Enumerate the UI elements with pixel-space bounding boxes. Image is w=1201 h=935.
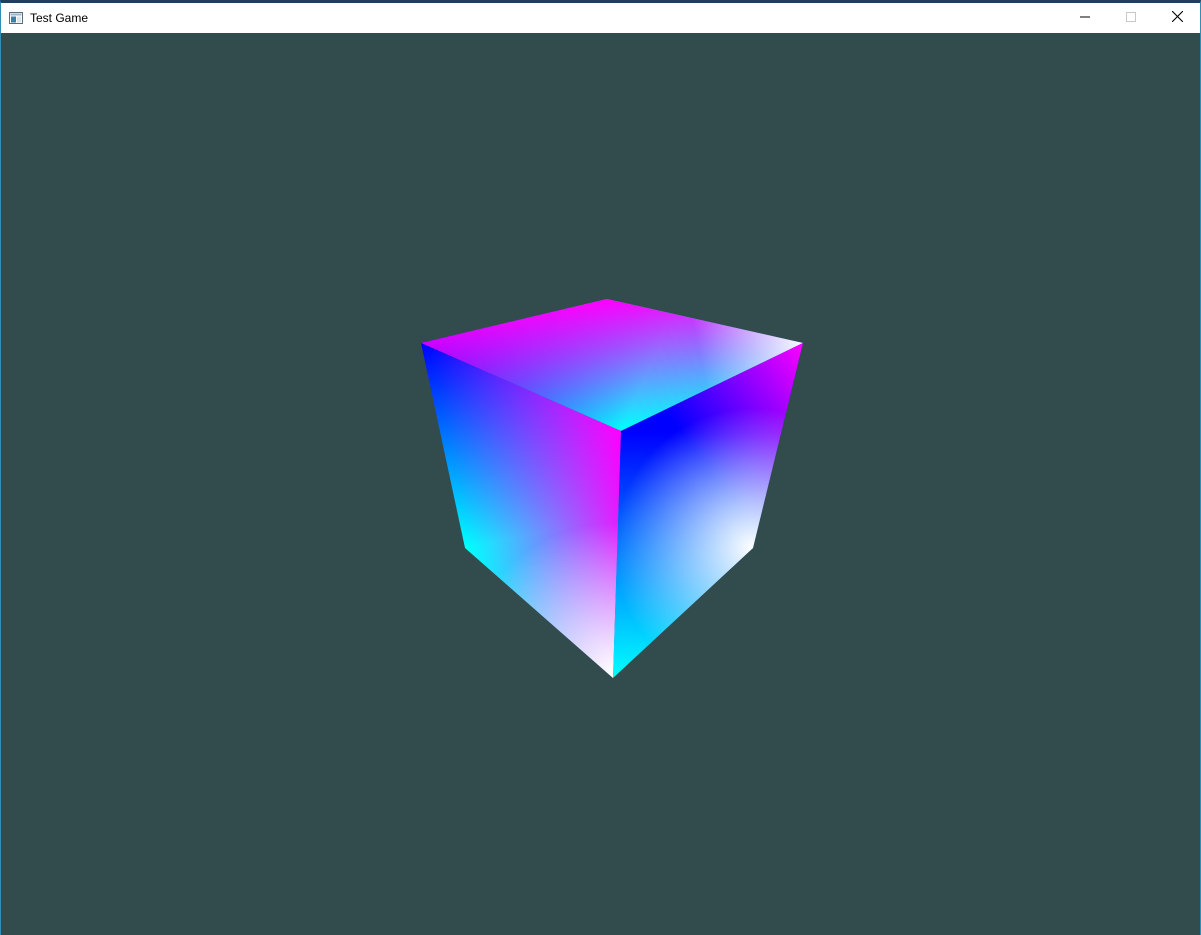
close-button[interactable] <box>1154 3 1200 33</box>
cube <box>421 299 803 678</box>
render-canvas <box>421 299 803 678</box>
window-title: Test Game <box>30 11 89 25</box>
close-icon <box>1171 9 1183 27</box>
game-window: Test Game <box>0 0 1201 935</box>
minimize-button[interactable] <box>1062 3 1108 33</box>
title-bar[interactable]: Test Game <box>1 3 1200 33</box>
app-window-icon[interactable] <box>8 10 24 26</box>
window-controls <box>1062 3 1200 33</box>
maximize-button[interactable] <box>1108 3 1154 33</box>
minimize-icon <box>1080 9 1090 27</box>
maximize-icon <box>1126 9 1136 27</box>
game-viewport[interactable] <box>1 33 1200 935</box>
